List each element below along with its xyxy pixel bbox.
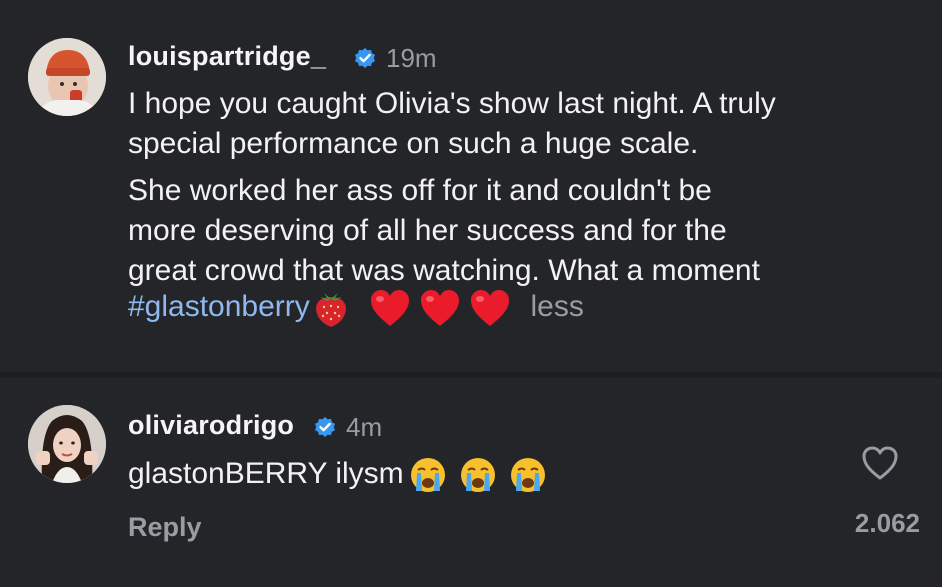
- post-paragraph-2-line-2: more deserving of all her success and fo…: [128, 214, 727, 247]
- strawberry-icon: [315, 293, 346, 328]
- post-hashtag-line: #glastonberry less: [128, 287, 584, 329]
- avatar-oliviarodrigo[interactable]: [28, 405, 106, 483]
- post-username[interactable]: louispartridge_: [128, 41, 326, 72]
- reply-text-line: glastonBERRY ilysm: [128, 454, 548, 495]
- post-paragraph-1-line-2: special performance on such a huge scale…: [128, 127, 699, 160]
- avatar-photo-olivia: [28, 405, 106, 483]
- post-paragraph-2-line-1: She worked her ass off for it and couldn…: [128, 174, 712, 207]
- avatar-photo-louis: [28, 38, 106, 116]
- original-comment: louispartridge_ 19m I hope you caught Ol…: [0, 0, 942, 372]
- reply-text: glastonBERRY ilysm: [128, 457, 404, 490]
- verified-badge-icon: [355, 48, 375, 68]
- verified-badge-icon: [315, 417, 335, 437]
- heart-icon: [371, 290, 410, 327]
- crying-face-icon: [460, 458, 495, 493]
- crying-face-icon: [410, 458, 445, 493]
- post-timestamp: 19m: [386, 43, 437, 73]
- like-count: 2.062: [854, 508, 920, 538]
- crying-face-icon: [510, 458, 545, 493]
- less-toggle[interactable]: less: [530, 290, 583, 323]
- heart-icon: [471, 290, 510, 327]
- reply-timestamp: 4m: [346, 412, 383, 442]
- like-heart-icon[interactable]: [860, 444, 900, 482]
- post-paragraph-1-line-1: I hope you caught Olivia's show last nig…: [128, 87, 776, 120]
- reply-username[interactable]: oliviarodrigo: [128, 410, 294, 441]
- heart-icon: [421, 290, 460, 327]
- avatar-louispartridge[interactable]: [28, 38, 106, 116]
- hashtag-link[interactable]: #glastonberry: [128, 290, 310, 323]
- reply-button[interactable]: Reply: [128, 512, 202, 543]
- post-paragraph-2-line-3: great crowd that was watching. What a mo…: [128, 254, 760, 287]
